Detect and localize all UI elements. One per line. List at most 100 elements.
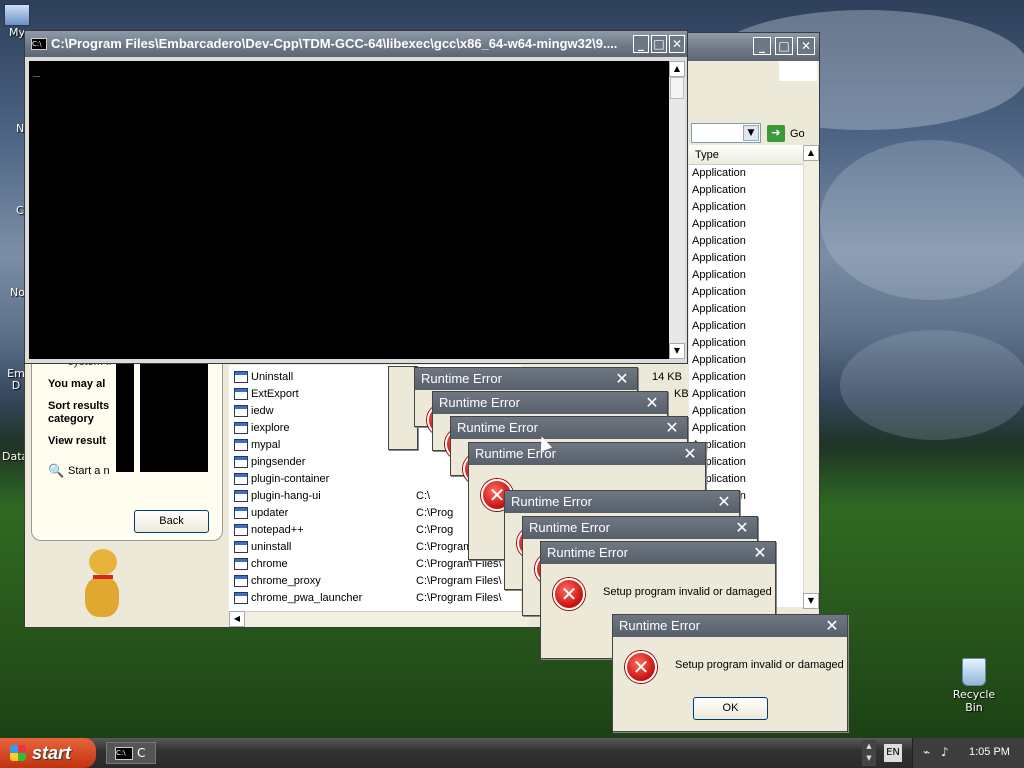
search-item-4[interactable]: View result bbox=[48, 433, 112, 450]
desktop-icon-3[interactable]: C bbox=[16, 204, 24, 217]
application-icon bbox=[234, 388, 248, 401]
type-header-label[interactable]: Type bbox=[695, 149, 719, 161]
console-scrollbar[interactable] bbox=[669, 61, 685, 359]
file-row[interactable]: plugin-container bbox=[234, 471, 329, 488]
error-close-icon[interactable]: ✕ bbox=[613, 370, 631, 388]
search-item-2[interactable]: You may al bbox=[48, 376, 112, 393]
file-row[interactable]: updater bbox=[234, 505, 288, 522]
scroll-up-icon[interactable]: ▲ bbox=[803, 145, 819, 161]
error-titlebar[interactable]: Runtime Error bbox=[523, 517, 757, 539]
taskbar-console-button[interactable]: C:\ C bbox=[106, 742, 156, 764]
error-titlebar[interactable]: Runtime Error bbox=[505, 491, 739, 513]
dropdown-icon[interactable]: ▼ bbox=[743, 125, 759, 141]
error-titlebar[interactable]: Runtime Error bbox=[451, 417, 687, 439]
file-row[interactable]: chrome bbox=[234, 556, 288, 573]
file-name: pingsender bbox=[251, 456, 306, 468]
clock[interactable]: 1:05 PM bbox=[969, 746, 1010, 758]
type-cell: Application bbox=[692, 354, 746, 366]
type-cell: Application bbox=[692, 320, 746, 332]
network-icon[interactable]: ⌁ bbox=[923, 745, 930, 759]
vertical-scrollbar[interactable] bbox=[803, 145, 819, 609]
runtime-error-dialog: Runtime Error ✕ ✕ Setup program invalid or … bbox=[612, 614, 848, 732]
type-cell: Application bbox=[692, 235, 746, 247]
console-output[interactable]: _ bbox=[29, 61, 669, 359]
file-row[interactable]: uninstall bbox=[234, 539, 291, 556]
file-row[interactable]: ExtExport bbox=[234, 386, 299, 403]
error-titlebar[interactable]: Runtime Error bbox=[613, 615, 847, 637]
application-icon bbox=[234, 422, 248, 435]
back-button[interactable]: Back bbox=[134, 510, 209, 533]
desktop-icon-2[interactable]: N bbox=[16, 122, 24, 135]
volume-icon[interactable]: ♪ bbox=[941, 745, 949, 759]
error-title: Runtime Error bbox=[439, 395, 520, 410]
type-cell: Application bbox=[692, 303, 746, 315]
error-close-icon[interactable]: ✕ bbox=[715, 493, 733, 511]
file-row[interactable]: Uninstall bbox=[234, 369, 293, 386]
error-close-icon[interactable]: ✕ bbox=[643, 394, 661, 412]
console-title: C:\Program Files\Embarcadero\Dev-Cpp\TDM… bbox=[51, 36, 618, 51]
go-label[interactable]: Go bbox=[790, 128, 805, 140]
recycle-bin-icon[interactable]: Recycle Bin bbox=[944, 658, 1004, 714]
tray-scroll-icon[interactable]: ▲ ▼ bbox=[862, 740, 876, 766]
file-name: updater bbox=[251, 507, 289, 519]
ok-button[interactable]: OK bbox=[693, 697, 768, 720]
application-icon bbox=[234, 439, 248, 452]
console-minimize-button[interactable]: _ bbox=[633, 35, 649, 53]
search-item-3b[interactable]: category bbox=[48, 411, 94, 428]
scroll-left-icon[interactable]: ◀ bbox=[229, 611, 245, 627]
file-row[interactable]: chrome_pwa_launcher bbox=[234, 590, 362, 607]
error-titlebar[interactable]: Runtime Error bbox=[469, 443, 705, 465]
console-task-icon: C:\ bbox=[115, 747, 133, 760]
file-name: uninstall bbox=[251, 541, 292, 553]
application-icon bbox=[234, 541, 248, 554]
language-icon[interactable]: EN bbox=[884, 744, 902, 762]
console-scroll-thumb[interactable] bbox=[670, 77, 684, 99]
file-path: C:\Prog bbox=[416, 524, 454, 536]
horizontal-scrollbar[interactable] bbox=[229, 611, 529, 627]
file-name: notepad++ bbox=[251, 524, 304, 536]
console-scroll-up-icon[interactable]: ▲ bbox=[669, 61, 685, 77]
desktop-icon-4[interactable]: No bbox=[10, 286, 25, 299]
file-name: chrome_proxy bbox=[251, 575, 321, 587]
console-close-button[interactable]: ✕ bbox=[669, 35, 685, 53]
error-close-icon[interactable]: ✕ bbox=[751, 544, 769, 562]
start-button[interactable]: start bbox=[0, 738, 96, 768]
file-row[interactable]: mypal bbox=[234, 437, 280, 454]
application-icon bbox=[234, 524, 248, 537]
error-titlebar[interactable]: Runtime Error bbox=[415, 368, 637, 390]
go-arrow-icon[interactable]: ➜ bbox=[767, 125, 785, 142]
console-maximize-button[interactable]: □ bbox=[651, 35, 667, 53]
file-row[interactable]: chrome_proxy bbox=[234, 573, 321, 590]
error-close-icon[interactable]: ✕ bbox=[663, 419, 681, 437]
error-titlebar[interactable]: Runtime Error bbox=[541, 542, 775, 564]
desktop-icon-5[interactable]: Em D bbox=[6, 368, 26, 392]
maximize-button[interactable]: □ bbox=[775, 37, 793, 55]
application-icon bbox=[234, 558, 248, 571]
minimize-button[interactable]: _ bbox=[753, 37, 771, 55]
close-button[interactable]: ✕ bbox=[797, 37, 815, 55]
scroll-down-icon[interactable]: ▼ bbox=[803, 593, 819, 609]
type-cell: Application bbox=[692, 184, 746, 196]
file-name: iexplore bbox=[251, 422, 290, 434]
desktop: My N C No Em D Data Recycle Bin _ □ ✕ ▼ … bbox=[0, 0, 1024, 768]
type-cell: Application bbox=[692, 286, 746, 298]
console-scroll-down-icon[interactable]: ▼ bbox=[669, 343, 685, 359]
file-row[interactable]: plugin-hang-ui bbox=[234, 488, 321, 505]
file-name: mypal bbox=[251, 439, 281, 451]
console-titlebar[interactable]: C:\Program Files\Embarcadero\Dev-Cpp\TDM… bbox=[25, 31, 687, 57]
file-row[interactable]: iedw bbox=[234, 403, 274, 420]
error-titlebar[interactable]: Runtime Error bbox=[433, 392, 667, 414]
search-item-5[interactable]: Start a n bbox=[68, 463, 114, 480]
file-row[interactable]: pingsender bbox=[234, 454, 305, 471]
error-close-icon[interactable]: ✕ bbox=[681, 445, 699, 463]
file-name: chrome_pwa_launcher bbox=[251, 592, 363, 604]
error-close-icon[interactable]: ✕ bbox=[733, 519, 751, 537]
file-row[interactable]: notepad++ bbox=[234, 522, 304, 539]
error-icon: ✕ bbox=[553, 578, 585, 610]
type-cell: Application bbox=[692, 218, 746, 230]
error-title: Runtime Error bbox=[619, 618, 700, 633]
error-close-icon[interactable]: ✕ bbox=[823, 617, 841, 635]
file-name: plugin-hang-ui bbox=[251, 490, 321, 502]
file-path: C:\Program Files\ bbox=[416, 575, 502, 587]
file-row[interactable]: iexplore bbox=[234, 420, 290, 437]
